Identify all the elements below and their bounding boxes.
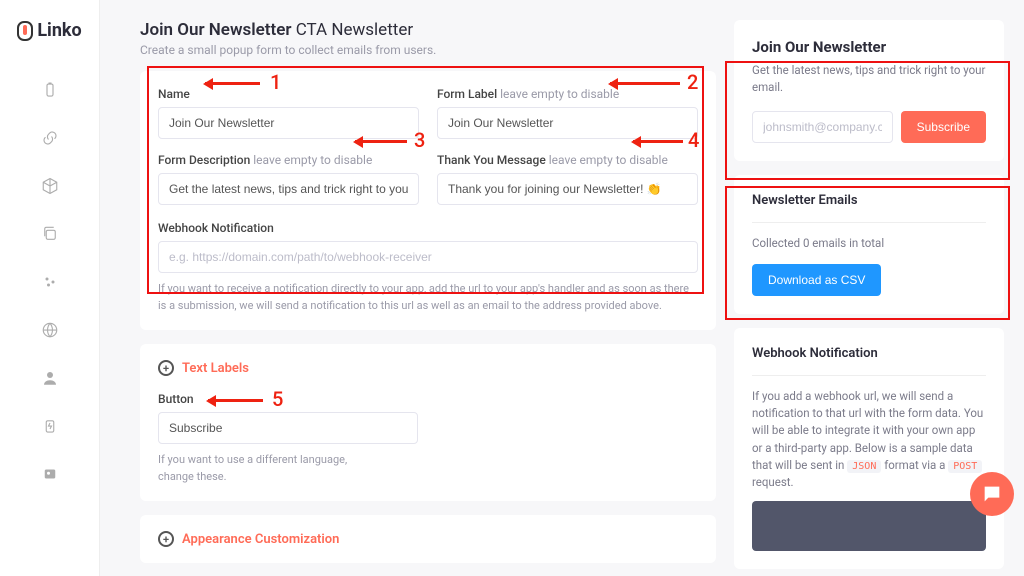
field-thank-you: Thank You Message leave empty to disable xyxy=(437,153,698,205)
button-label-input[interactable] xyxy=(158,412,418,444)
page-title: Join Our Newsletter CTA Newsletter xyxy=(140,20,716,40)
brand-logo[interactable]: Linko xyxy=(17,20,81,41)
emails-card: Newsletter Emails Collected 0 emails in … xyxy=(734,175,1004,314)
field-webhook: Webhook Notification If you want to rece… xyxy=(158,221,698,314)
field-form-description: Form Description leave empty to disable xyxy=(158,153,419,205)
name-input[interactable] xyxy=(158,107,419,139)
copy-icon[interactable] xyxy=(41,225,59,243)
plus-circle-icon: + xyxy=(158,531,174,547)
emails-count: Collected 0 emails in total xyxy=(752,235,986,252)
field-name: Name xyxy=(158,87,419,139)
download-csv-button[interactable]: Download as CSV xyxy=(752,264,881,296)
webhook-input[interactable] xyxy=(158,241,698,273)
page-subtitle: Create a small popup form to collect ema… xyxy=(140,43,716,57)
sidebar-nav xyxy=(41,81,59,483)
logo-mark-icon xyxy=(17,21,33,41)
sidebar: Linko xyxy=(0,0,100,576)
plus-circle-icon: + xyxy=(158,360,174,376)
main-content: Join Our Newsletter CTA Newsletter Creat… xyxy=(100,0,1024,576)
appearance-toggle[interactable]: + Appearance Customization xyxy=(158,531,698,547)
text-labels-card: + Text Labels Button If you want to use … xyxy=(140,344,716,501)
id-card-icon[interactable] xyxy=(41,465,59,483)
appearance-card: + Appearance Customization xyxy=(140,515,716,563)
thank-you-label: Thank You Message leave empty to disable xyxy=(437,153,698,167)
cube-icon[interactable] xyxy=(41,177,59,195)
brand-name: Linko xyxy=(37,20,81,41)
globe-icon[interactable] xyxy=(41,321,59,339)
form-description-label: Form Description leave empty to disable xyxy=(158,153,419,167)
button-label: Button xyxy=(158,392,698,406)
preview-subscribe-button[interactable]: Subscribe xyxy=(901,111,986,143)
webhook-help: If you want to receive a notification di… xyxy=(158,281,698,314)
json-tag: JSON xyxy=(847,460,881,473)
form-label-input[interactable] xyxy=(437,107,698,139)
form-description-input[interactable] xyxy=(158,173,419,205)
name-label: Name xyxy=(158,87,419,101)
button-label-help: If you want to use a different language,… xyxy=(158,452,358,485)
webhook-info-card: Webhook Notification If you add a webhoo… xyxy=(734,328,1004,570)
form-card: Name Form Label leave empty to disable F… xyxy=(140,71,716,330)
preview-email-input[interactable] xyxy=(752,111,893,143)
left-column: Join Our Newsletter CTA Newsletter Creat… xyxy=(140,20,716,536)
battery-icon[interactable] xyxy=(41,81,59,99)
field-button-label: Button If you want to use a different la… xyxy=(158,392,698,485)
link-icon[interactable] xyxy=(41,129,59,147)
webhook-label: Webhook Notification xyxy=(158,221,698,235)
battery-charging-icon[interactable] xyxy=(41,417,59,435)
chat-icon xyxy=(981,483,1003,505)
field-form-label: Form Label leave empty to disable xyxy=(437,87,698,139)
preview-heading: Join Our Newsletter xyxy=(752,38,986,56)
right-column: Join Our Newsletter Get the latest news,… xyxy=(734,20,1004,536)
thank-you-input[interactable] xyxy=(437,173,698,205)
preview-text: Get the latest news, tips and trick righ… xyxy=(752,62,986,97)
text-labels-toggle[interactable]: + Text Labels xyxy=(158,360,698,376)
user-icon[interactable] xyxy=(41,369,59,387)
sparkle-icon[interactable] xyxy=(41,273,59,291)
code-sample-block xyxy=(752,501,986,551)
webhook-info-text: If you add a webhook url, we will send a… xyxy=(752,388,986,492)
emails-title: Newsletter Emails xyxy=(752,193,986,208)
form-label-label: Form Label leave empty to disable xyxy=(437,87,698,101)
preview-card: Join Our Newsletter Get the latest news,… xyxy=(734,20,1004,161)
webhook-info-title: Webhook Notification xyxy=(752,346,986,361)
post-tag: POST xyxy=(948,460,982,473)
help-fab[interactable] xyxy=(970,472,1014,516)
